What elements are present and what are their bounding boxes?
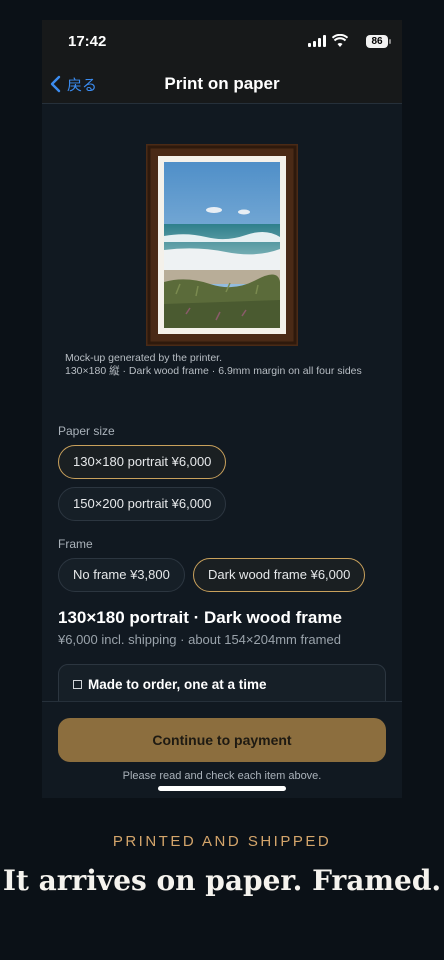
paper-size-option-130x180[interactable]: 130×180 portrait ¥6,000 [58, 445, 227, 479]
checklist-item-label: Made to order, one at a time [88, 677, 267, 692]
status-time: 17:42 [68, 33, 107, 50]
phone-screen: 17:42 86 戻る Print on paper Mock-up gener… [42, 20, 402, 798]
footer-note: Please read and check each item above. [122, 770, 322, 782]
nav-bar: 戻る Print on paper [42, 64, 402, 104]
order-summary-title: 130×180 portrait · Dark wood frame [58, 608, 342, 627]
checkbox[interactable] [73, 680, 82, 689]
status-icons: 86 [298, 34, 391, 49]
framed-photo-mockup [146, 144, 298, 346]
battery-icon: 86 [366, 35, 391, 48]
caption-line-1: Mock-up generated by the printer. [65, 352, 223, 364]
wifi-icon [332, 34, 348, 47]
continue-to-payment-button[interactable]: Continue to payment [58, 718, 386, 762]
mockup-caption: Mock-up generated by the printer. 130×18… [65, 352, 362, 378]
promo-kicker: PRINTED AND SHIPPED [112, 833, 332, 850]
status-bar: 17:42 86 [42, 20, 402, 64]
page-title: Print on paper [164, 74, 280, 93]
payment-footer: Continue to payment Please read and chec… [42, 701, 402, 798]
paper-size-label: Paper size [58, 424, 115, 438]
frame-option-none[interactable]: No frame ¥3,800 [58, 558, 185, 592]
frame-option-dark-wood[interactable]: Dark wood frame ¥6,000 [193, 558, 366, 592]
frame-label: Frame [58, 537, 93, 551]
paper-size-option-150x200[interactable]: 150×200 portrait ¥6,000 [58, 487, 227, 521]
order-summary-subtitle: ¥6,000 incl. shipping · about 154×204mm … [58, 632, 341, 647]
signal-icon [308, 35, 326, 47]
caption-line-2: 130×180 縦 · Dark wood frame · 6.9mm marg… [65, 365, 362, 377]
checklist-item[interactable]: Made to order, one at a time [73, 677, 371, 692]
promo-headline: It arrives on paper. Framed. [2, 864, 442, 897]
home-indicator [158, 786, 286, 791]
